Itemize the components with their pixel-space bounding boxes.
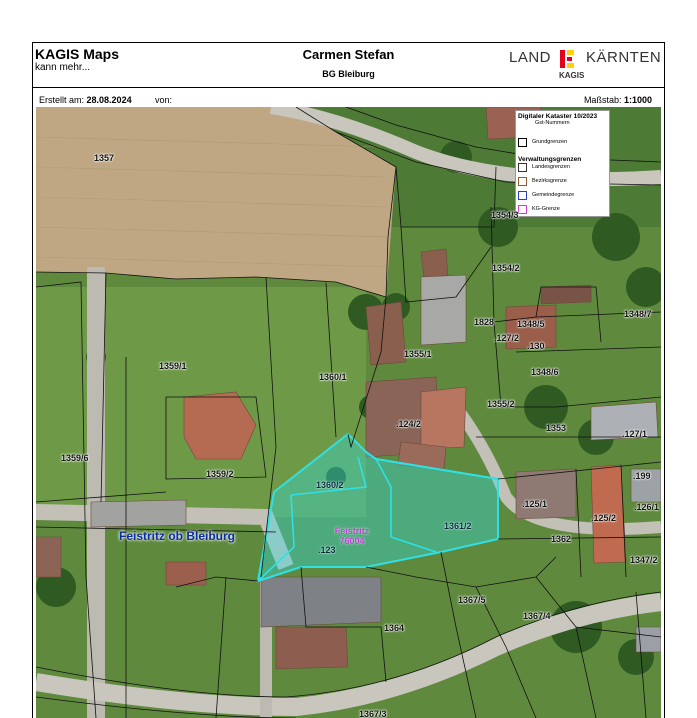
parcel-label: 1348/7 xyxy=(624,309,652,319)
created-label: Erstellt am: xyxy=(39,95,85,105)
scale-value: 1:1000 xyxy=(623,95,652,105)
place-name-label: Feistritz ob Bleiburg xyxy=(119,529,236,543)
parcel-label: .127/2 xyxy=(494,333,520,343)
legend-subtitle: Gst-Nummern xyxy=(535,120,570,126)
created-info: Erstellt am: 28.08.2024 xyxy=(39,95,132,105)
legend-swatch xyxy=(518,163,527,172)
parcel-label: 1360/2 xyxy=(316,480,344,490)
von-label: von: xyxy=(155,95,173,105)
parcel-label: 1362 xyxy=(551,534,572,544)
parcel-label: .125/1 xyxy=(522,499,548,509)
parcel-label: 1367/4 xyxy=(523,611,551,621)
parcel-label: .199 xyxy=(633,471,651,481)
legend-label: Bezirksgrenze xyxy=(532,178,567,184)
parcel-label: 1359/6 xyxy=(61,453,89,463)
parcel-label: 1355/2 xyxy=(487,399,515,409)
legend-swatch xyxy=(518,177,527,186)
meta-bar: Erstellt am: 28.08.2024 von: Maßstab: 1:… xyxy=(33,88,664,107)
parcel-label: 1355/1 xyxy=(404,349,432,359)
map-view[interactable]: Digitaler Kataster 10/2023 Gst-Nummern G… xyxy=(36,107,661,718)
parcel-label: 1353 xyxy=(546,423,567,433)
scale-label: Maßstab: xyxy=(583,95,622,105)
legend-panel: Digitaler Kataster 10/2023 Gst-Nummern G… xyxy=(515,110,610,217)
logo-kaernten-text: KÄRNTEN xyxy=(586,49,662,66)
parcel-label: 1361/2 xyxy=(444,521,472,531)
parcel-label: 1348/6 xyxy=(531,367,559,377)
kg-label: Feistritz 76004 xyxy=(322,526,382,546)
parcel-label: .127/1 xyxy=(622,429,648,439)
header: KAGIS Maps kann mehr... Carmen Stefan BG… xyxy=(33,43,664,88)
parcel-label: 1364 xyxy=(384,623,405,633)
parcel-label: 1348/5 xyxy=(517,319,545,329)
parcel-label: 1354/2 xyxy=(492,263,520,273)
parcel-label: .126/1 xyxy=(634,502,660,512)
legend-label: KG-Grenze xyxy=(532,206,560,212)
parcel-label: .124/2 xyxy=(396,419,422,429)
legend-title: Digitaler Kataster 10/2023 xyxy=(518,113,598,120)
legend-swatch xyxy=(518,205,527,214)
kaernten-flag-icon xyxy=(560,50,574,68)
kg-name: Feistritz xyxy=(334,526,370,536)
kg-number: 76004 xyxy=(339,536,365,546)
legend-swatch xyxy=(518,191,527,200)
legend-swatch xyxy=(518,138,527,147)
legend-label: Landesgrenzen xyxy=(532,164,570,170)
parcel-label: .123 xyxy=(318,545,336,555)
parcel-label: 1357 xyxy=(94,153,115,163)
scale-info: Maßstab: 1:1000 xyxy=(584,95,652,105)
legend-label: Grundgrenzen xyxy=(532,139,568,145)
parcel-label: 1359/2 xyxy=(206,469,234,479)
land-kaernten-logo: LAND KÄRNTEN KAGIS xyxy=(507,49,662,85)
map-sheet: KAGIS Maps kann mehr... Carmen Stefan BG… xyxy=(32,42,665,718)
legend-label: Gemeindegrenze xyxy=(532,192,575,198)
logo-kagis-text: KAGIS xyxy=(559,71,585,80)
parcel-label: 1354/3 xyxy=(491,210,519,220)
legend-verwaltung-title: Verwaltungsgrenzen xyxy=(518,156,582,163)
logo-land-text: LAND xyxy=(509,49,552,66)
parcel-label: .130 xyxy=(527,341,545,351)
parcel-label: 1367/5 xyxy=(458,595,486,605)
parcel-label: .125/2 xyxy=(591,513,617,523)
created-date: 28.08.2024 xyxy=(86,95,132,105)
parcel-label: 1828 xyxy=(474,317,495,327)
parcel-label: 1359/1 xyxy=(159,361,187,371)
parcel-label: 1347/2 xyxy=(630,555,658,565)
parcel-label: 1360/1 xyxy=(319,372,347,382)
